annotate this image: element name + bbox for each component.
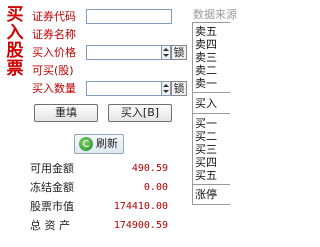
order-book: 卖五 卖四 卖三 卖二 卖一 买入 买一 买二 买三 买四 买五 涨停 bbox=[192, 22, 230, 205]
refresh-icon bbox=[79, 137, 93, 151]
qty-lock-button[interactable]: 锁 bbox=[171, 81, 187, 96]
limit-up-row[interactable]: 涨停 bbox=[195, 188, 217, 201]
divider bbox=[193, 113, 230, 114]
divider bbox=[193, 92, 230, 93]
buy-level[interactable]: 买三 bbox=[195, 143, 217, 156]
panel-title: 买 入 股 票 bbox=[2, 6, 28, 78]
quote-source-header: 数据来源 bbox=[193, 8, 237, 21]
sell-level[interactable]: 卖四 bbox=[195, 38, 217, 51]
chevron-up-icon bbox=[163, 84, 169, 87]
reset-button[interactable]: 重填 bbox=[34, 104, 98, 122]
sell-level[interactable]: 卖三 bbox=[195, 51, 217, 64]
buy-level[interactable]: 买二 bbox=[195, 130, 217, 143]
buy-level[interactable]: 买一 bbox=[195, 117, 217, 130]
available-label: 可买(股) bbox=[32, 64, 74, 77]
available-funds-label: 可用金额 bbox=[30, 162, 74, 175]
sell-level[interactable]: 卖五 bbox=[195, 25, 217, 38]
price-stepper[interactable] bbox=[162, 45, 171, 60]
price-lock-button[interactable]: 锁 bbox=[171, 45, 187, 60]
buy-level[interactable]: 买四 bbox=[195, 156, 217, 169]
title-char: 买 bbox=[6, 5, 24, 25]
chevron-down-icon bbox=[163, 54, 169, 57]
chevron-down-icon bbox=[163, 90, 169, 93]
refresh-label: 刷新 bbox=[96, 137, 118, 150]
market-value-label: 股票市值 bbox=[30, 200, 74, 213]
buy-in-row[interactable]: 买入 bbox=[195, 97, 217, 110]
title-char: 票 bbox=[6, 59, 24, 79]
total-assets-label: 总 资 产 bbox=[30, 219, 70, 232]
title-char: 股 bbox=[6, 41, 24, 61]
qty-stepper[interactable] bbox=[162, 81, 171, 96]
total-assets-value: 174900.59 bbox=[113, 220, 168, 231]
frozen-funds-value: 0.00 bbox=[143, 182, 168, 193]
buy-level[interactable]: 买五 bbox=[195, 169, 217, 182]
qty-label: 买入数量 bbox=[32, 82, 76, 95]
price-input[interactable] bbox=[86, 45, 162, 60]
refresh-button[interactable]: 刷新 bbox=[74, 134, 124, 154]
divider bbox=[193, 184, 230, 185]
chevron-up-icon bbox=[163, 48, 169, 51]
price-label: 买入价格 bbox=[32, 46, 76, 59]
code-label: 证券代码 bbox=[32, 10, 76, 23]
available-funds-value: 490.59 bbox=[131, 163, 168, 174]
sell-level[interactable]: 卖一 bbox=[195, 77, 217, 90]
frozen-funds-label: 冻结金额 bbox=[30, 181, 74, 194]
name-label: 证券名称 bbox=[32, 28, 76, 41]
sell-level[interactable]: 卖二 bbox=[195, 64, 217, 77]
buy-button[interactable]: 买入[B] bbox=[108, 104, 172, 122]
qty-input[interactable] bbox=[86, 81, 162, 96]
code-input[interactable] bbox=[86, 9, 172, 24]
market-value-value: 174410.00 bbox=[113, 201, 168, 212]
title-char: 入 bbox=[6, 23, 24, 43]
